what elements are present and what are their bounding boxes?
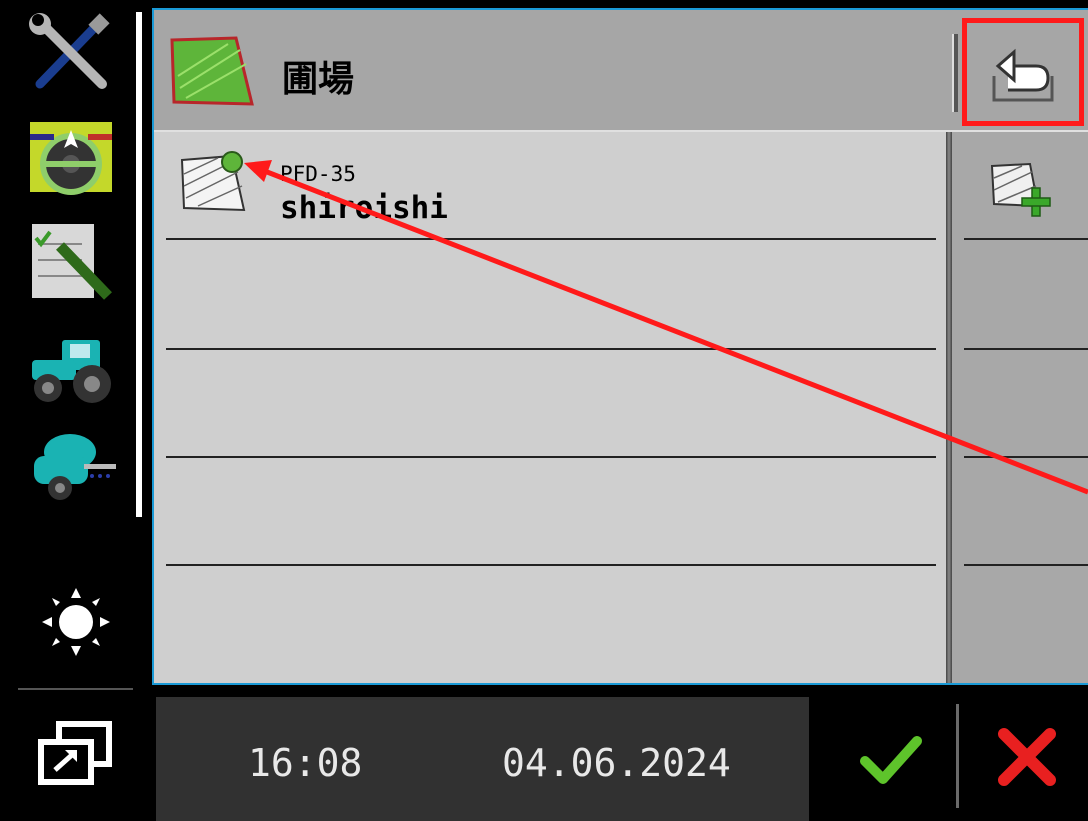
panel-header: 圃場 bbox=[154, 10, 1088, 132]
row-divider bbox=[166, 456, 936, 458]
field-icon bbox=[170, 36, 254, 106]
task-checklist-icon[interactable] bbox=[26, 220, 116, 300]
back-button-highlight bbox=[962, 18, 1084, 126]
checkmark-icon[interactable] bbox=[855, 725, 925, 795]
window-switch-icon[interactable] bbox=[35, 718, 115, 788]
cancel-x-icon[interactable] bbox=[992, 722, 1062, 792]
guidance-steering-icon[interactable] bbox=[26, 120, 116, 200]
field-name: shiroishi bbox=[280, 190, 448, 226]
list-item[interactable]: PFD-35 shiroishi bbox=[154, 132, 948, 240]
brightness-icon[interactable] bbox=[36, 582, 116, 662]
add-field-icon[interactable] bbox=[988, 158, 1056, 220]
field-list: PFD-35 shiroishi bbox=[154, 132, 948, 683]
header-divider bbox=[952, 34, 958, 112]
row-divider bbox=[166, 564, 936, 566]
status-bar: 16:08 04.06.2024 bbox=[156, 697, 809, 821]
row-divider bbox=[166, 238, 936, 240]
row-divider bbox=[964, 238, 1088, 240]
page-title: 圃場 bbox=[282, 59, 355, 100]
row-divider bbox=[166, 348, 936, 350]
sidebar bbox=[0, 0, 150, 821]
sprayer-implement-icon[interactable] bbox=[26, 430, 116, 510]
field-code: PFD-35 bbox=[280, 162, 356, 186]
row-divider bbox=[964, 456, 1088, 458]
field-outline-icon bbox=[180, 151, 246, 212]
sidebar-scrollbar[interactable] bbox=[136, 12, 142, 517]
row-divider bbox=[964, 348, 1088, 350]
tools-icon[interactable] bbox=[26, 12, 116, 92]
tractor-icon[interactable] bbox=[26, 330, 116, 410]
footer-divider bbox=[956, 704, 959, 808]
field-panel: 圃場 PFD-35 shiroishi bbox=[152, 8, 1088, 685]
sidebar-divider bbox=[18, 688, 133, 690]
field-actions bbox=[952, 132, 1088, 683]
row-divider bbox=[964, 564, 1088, 566]
clock-time: 16:08 bbox=[248, 741, 363, 785]
clock-date: 04.06.2024 bbox=[502, 741, 731, 785]
